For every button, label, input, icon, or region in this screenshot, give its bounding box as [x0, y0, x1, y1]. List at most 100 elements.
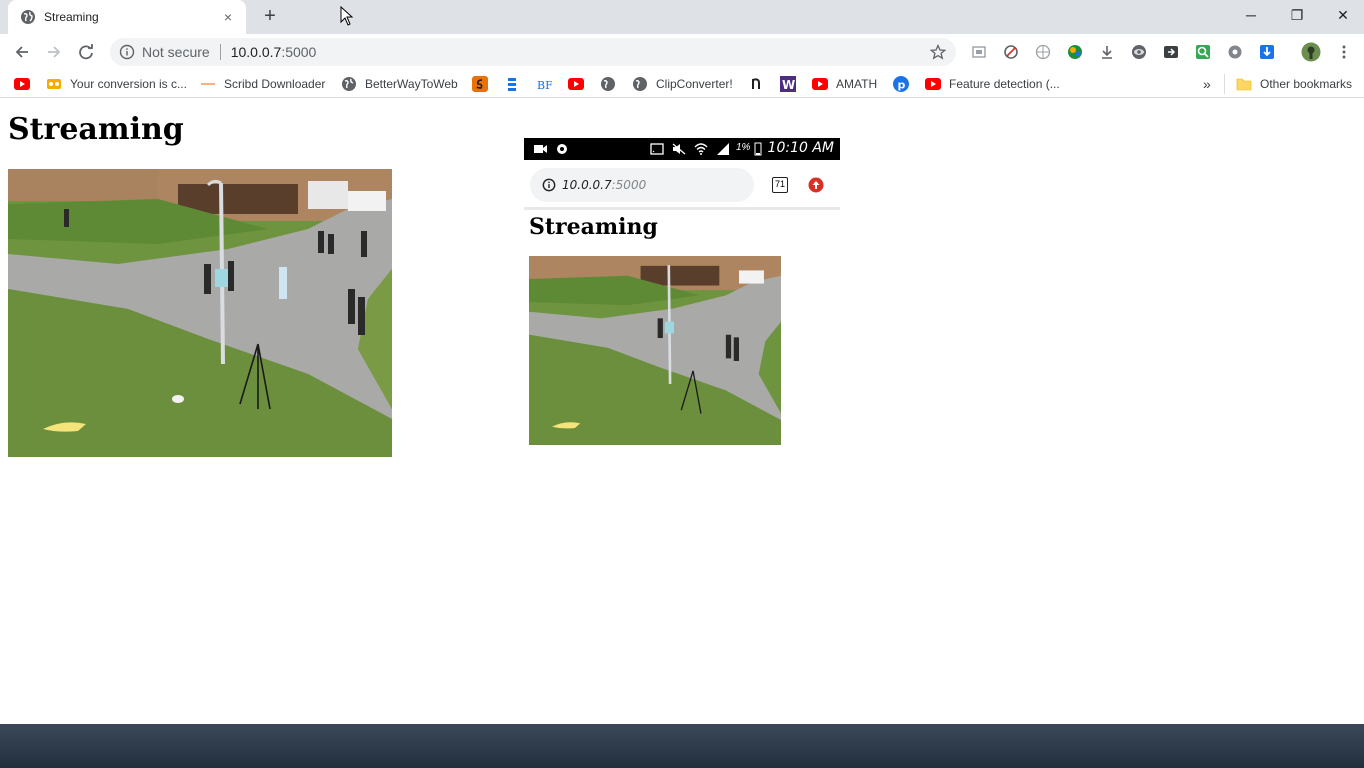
bookmark-stack[interactable] — [504, 75, 528, 93]
globe-icon — [21, 10, 35, 24]
extension-globe[interactable] — [1033, 42, 1053, 62]
signal-icon — [717, 143, 729, 155]
bookmark-scribd[interactable]: Scribd Downloader — [200, 75, 325, 93]
close-tab-icon[interactable]: × — [220, 9, 236, 25]
download-icon — [1102, 46, 1112, 59]
close-window-button[interactable]: ✕ — [1320, 0, 1364, 30]
update-icon[interactable] — [808, 177, 824, 193]
conversion-icon — [46, 76, 62, 92]
address-bar[interactable]: Not secure 10.0.0.7:5000 — [110, 38, 956, 66]
globe-icon — [632, 76, 648, 92]
bookmark-youtube-2[interactable] — [568, 75, 592, 93]
svg-text:W: W — [782, 78, 795, 92]
bookmark-clipconverter[interactable]: ClipConverter! — [632, 75, 733, 93]
forward-button[interactable] — [42, 40, 66, 64]
bookmark-w[interactable]: W — [780, 75, 804, 93]
reload-button[interactable] — [74, 40, 98, 64]
bookmark-n[interactable] — [748, 75, 772, 93]
bookmark-label: AMATH — [836, 77, 878, 91]
bookmarks-bar: Your conversion is c... Scribd Downloade… — [0, 70, 1364, 98]
bookmark-s[interactable] — [472, 75, 496, 93]
menu-button[interactable] — [1334, 42, 1354, 62]
p-icon: p — [893, 76, 909, 92]
battery-icon — [754, 142, 762, 156]
phone-screenshot: 1% 10:10 AM 10.0.0.7:5000 71 Streaming — [524, 138, 840, 458]
svg-text:BF: BF — [537, 79, 552, 92]
cast-icon — [650, 143, 664, 155]
n-icon — [748, 76, 764, 92]
globe-icon — [341, 76, 357, 92]
back-button[interactable] — [10, 40, 34, 64]
extension-download[interactable] — [1097, 42, 1117, 62]
screen-capture-icon — [1164, 46, 1178, 58]
phone-status-bar: 1% 10:10 AM — [524, 138, 840, 160]
bookmark-label: Scribd Downloader — [224, 77, 326, 91]
battery-percent: 1% — [736, 142, 751, 153]
orange-s-icon — [472, 76, 488, 92]
extension-earth[interactable] — [1065, 42, 1085, 62]
info-icon — [542, 178, 556, 192]
youtube-icon — [925, 76, 941, 92]
phone-address-bar[interactable]: 10.0.0.7:5000 — [530, 168, 754, 202]
youtube-icon — [14, 76, 30, 92]
extension-search[interactable] — [1193, 42, 1213, 62]
folder-icon — [1236, 76, 1252, 92]
extension-eye[interactable] — [1129, 42, 1149, 62]
video-camera-icon — [534, 145, 547, 153]
earth-icon — [1068, 45, 1082, 59]
extension-reader[interactable] — [969, 42, 989, 62]
minimize-button[interactable]: ─ — [1228, 0, 1274, 30]
forward-arrow-icon — [48, 46, 61, 58]
reload-icon — [79, 44, 93, 60]
tab-strip: Streaming × + ─ ❐ ✕ — [0, 0, 1364, 34]
bookmark-amath[interactable]: AMATH — [812, 75, 877, 93]
stack-icon — [504, 76, 520, 92]
url-port: :5000 — [281, 44, 317, 60]
other-bookmarks[interactable]: Other bookmarks — [1236, 75, 1352, 93]
gear-icon — [1228, 45, 1242, 59]
avatar-icon — [1301, 42, 1321, 62]
blue-download-icon — [1260, 45, 1274, 59]
page-content: Streaming 1% 10:10 AM 10.0.0.7:5000 71 … — [0, 102, 1364, 724]
kebab-menu-icon — [1342, 45, 1346, 59]
info-icon[interactable] — [119, 44, 135, 60]
phone-page-title: Streaming — [529, 214, 658, 240]
phone-url-port: :5000 — [611, 178, 647, 192]
bookmark-conversion[interactable]: Your conversion is c... — [46, 75, 187, 93]
eye-icon — [1132, 45, 1146, 59]
security-label[interactable]: Not secure — [142, 44, 210, 60]
extension-blocker[interactable] — [1001, 42, 1021, 62]
profile-avatar[interactable] — [1301, 42, 1321, 62]
bookmark-label: Feature detection (... — [949, 77, 1060, 91]
extension-screen[interactable] — [1161, 42, 1181, 62]
bookmarks-overflow-button[interactable]: » — [1203, 75, 1211, 93]
video-stream — [8, 169, 392, 457]
phone-toolbar: 10.0.0.7:5000 71 — [524, 160, 840, 210]
green-search-icon — [1196, 45, 1210, 59]
browser-tab[interactable]: Streaming × — [8, 0, 246, 34]
new-tab-button[interactable]: + — [258, 6, 282, 28]
bookmark-label: Your conversion is c... — [70, 77, 187, 91]
svg-text:p: p — [898, 79, 906, 92]
extension-gear[interactable] — [1225, 42, 1245, 62]
mouse-cursor-icon — [340, 6, 354, 26]
reader-icon — [972, 46, 986, 58]
web-icon — [1035, 44, 1051, 60]
bookmarks-divider — [1224, 74, 1225, 94]
bookmark-feature-detection[interactable]: Feature detection (... — [925, 75, 1060, 93]
restore-button[interactable]: ❐ — [1274, 0, 1320, 30]
bookmark-bf[interactable]: BF — [536, 75, 560, 93]
mute-icon — [672, 143, 686, 155]
bookmark-star-icon[interactable] — [930, 44, 946, 60]
page-title: Streaming — [8, 112, 184, 147]
wifi-icon — [694, 143, 708, 155]
url-host: 10.0.0.7 — [230, 44, 282, 60]
bookmark-youtube[interactable] — [14, 75, 38, 93]
bookmark-label: BetterWayToWeb — [365, 77, 458, 91]
bookmark-betterway[interactable]: BetterWayToWeb — [341, 75, 458, 93]
phone-tab-count[interactable]: 71 — [772, 177, 788, 193]
bookmark-p[interactable]: p — [893, 75, 917, 93]
bookmark-globe[interactable] — [600, 75, 624, 93]
extension-save[interactable] — [1257, 42, 1277, 62]
phone-url-host: 10.0.0.7 — [562, 178, 612, 192]
